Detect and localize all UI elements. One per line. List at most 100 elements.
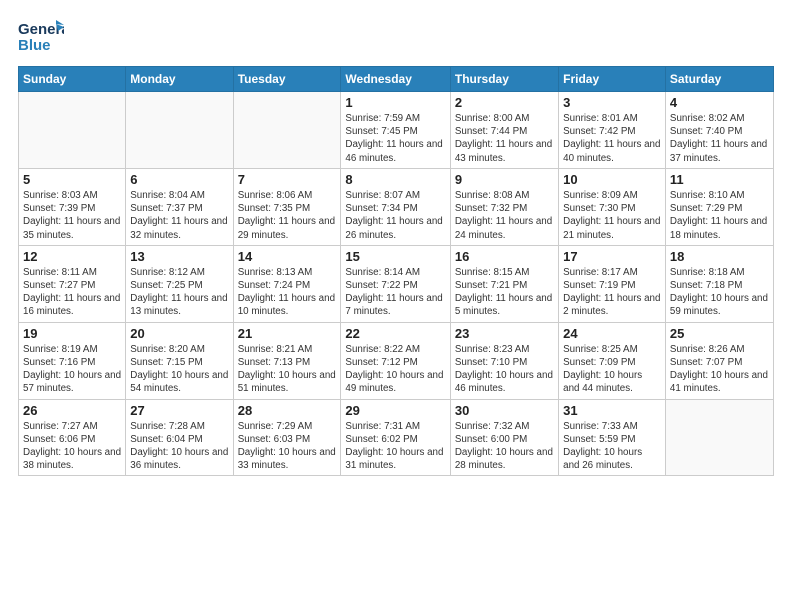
calendar-cell: 18 Sunrise: 8:18 AM Sunset: 7:18 PM Dayli…	[665, 245, 773, 322]
day-header-monday: Monday	[126, 67, 233, 92]
calendar-cell: 22 Sunrise: 8:22 AM Sunset: 7:12 PM Dayli…	[341, 322, 450, 399]
calendar-cell: 10 Sunrise: 8:09 AM Sunset: 7:30 PM Dayli…	[559, 168, 666, 245]
cell-day-number: 31	[563, 403, 661, 418]
logo: General Blue	[18, 18, 64, 56]
cell-day-number: 10	[563, 172, 661, 187]
day-header-tuesday: Tuesday	[233, 67, 341, 92]
calendar-cell: 21Sunrise: 8:21 AM Sunset: 7:13 PM Dayli…	[233, 322, 341, 399]
cell-info: Sunrise: 8:15 AM Sunset: 7:21 PM Dayligh…	[455, 266, 554, 319]
cell-info: Sunrise: 8:20 AM Sunset: 7:15 PM Dayligh…	[130, 343, 228, 396]
svg-text:Blue: Blue	[18, 37, 51, 54]
day-header-wednesday: Wednesday	[341, 67, 450, 92]
day-headers-row: SundayMondayTuesdayWednesdayThursdayFrid…	[19, 67, 774, 92]
cell-day-number: 27	[130, 403, 228, 418]
calendar-cell: 15 Sunrise: 8:14 AM Sunset: 7:22 PM Dayli…	[341, 245, 450, 322]
calendar-cell	[19, 92, 126, 169]
calendar-cell: 19 Sunrise: 8:19 AM Sunset: 7:16 PM Dayli…	[19, 322, 126, 399]
calendar-table: SundayMondayTuesdayWednesdayThursdayFrid…	[18, 66, 774, 476]
calendar-cell: 4Sunrise: 8:02 AM Sunset: 7:40 PM Daylig…	[665, 92, 773, 169]
calendar-cell: 3Sunrise: 8:01 AM Sunset: 7:42 PM Daylig…	[559, 92, 666, 169]
calendar-cell	[233, 92, 341, 169]
cell-day-number: 19	[23, 326, 121, 341]
week-row-5: 26Sunrise: 7:27 AM Sunset: 6:06 PM Dayli…	[19, 399, 774, 476]
calendar-cell: 7 Sunrise: 8:06 AM Sunset: 7:35 PM Daylig…	[233, 168, 341, 245]
calendar-cell: 20 Sunrise: 8:20 AM Sunset: 7:15 PM Dayli…	[126, 322, 233, 399]
cell-day-number: 29	[345, 403, 445, 418]
week-row-2: 5 Sunrise: 8:03 AM Sunset: 7:39 PM Daylig…	[19, 168, 774, 245]
calendar-body: 1 Sunrise: 7:59 AM Sunset: 7:45 PM Daylig…	[19, 92, 774, 476]
day-header-friday: Friday	[559, 67, 666, 92]
calendar-cell: 23 Sunrise: 8:23 AM Sunset: 7:10 PM Dayli…	[450, 322, 558, 399]
cell-info: Sunrise: 8:04 AM Sunset: 7:37 PM Dayligh…	[130, 189, 228, 242]
cell-info: Sunrise: 8:25 AM Sunset: 7:09 PM Dayligh…	[563, 343, 661, 396]
cell-day-number: 7	[238, 172, 337, 187]
day-header-thursday: Thursday	[450, 67, 558, 92]
calendar-cell: 31 Sunrise: 7:33 AM Sunset: 5:59 PM Dayli…	[559, 399, 666, 476]
calendar-cell: 28Sunrise: 7:29 AM Sunset: 6:03 PM Dayli…	[233, 399, 341, 476]
day-header-saturday: Saturday	[665, 67, 773, 92]
cell-day-number: 24	[563, 326, 661, 341]
cell-info: Sunrise: 7:59 AM Sunset: 7:45 PM Dayligh…	[345, 112, 445, 165]
calendar-cell: 24 Sunrise: 8:25 AM Sunset: 7:09 PM Dayli…	[559, 322, 666, 399]
cell-info: Sunrise: 8:22 AM Sunset: 7:12 PM Dayligh…	[345, 343, 445, 396]
calendar-cell: 16 Sunrise: 8:15 AM Sunset: 7:21 PM Dayli…	[450, 245, 558, 322]
cell-day-number: 12	[23, 249, 121, 264]
cell-info: Sunrise: 8:23 AM Sunset: 7:10 PM Dayligh…	[455, 343, 554, 396]
cell-info: Sunrise: 8:13 AM Sunset: 7:24 PM Dayligh…	[238, 266, 337, 319]
calendar-cell: 5 Sunrise: 8:03 AM Sunset: 7:39 PM Daylig…	[19, 168, 126, 245]
cell-info: Sunrise: 8:26 AM Sunset: 7:07 PM Dayligh…	[670, 343, 769, 396]
calendar-cell: 2 Sunrise: 8:00 AM Sunset: 7:44 PM Daylig…	[450, 92, 558, 169]
cell-day-number: 23	[455, 326, 554, 341]
calendar-cell	[665, 399, 773, 476]
cell-day-number: 3	[563, 95, 661, 110]
calendar-cell: 29 Sunrise: 7:31 AM Sunset: 6:02 PM Dayli…	[341, 399, 450, 476]
cell-day-number: 18	[670, 249, 769, 264]
calendar-cell: 27Sunrise: 7:28 AM Sunset: 6:04 PM Dayli…	[126, 399, 233, 476]
calendar-cell: 8Sunrise: 8:07 AM Sunset: 7:34 PM Daylig…	[341, 168, 450, 245]
cell-day-number: 20	[130, 326, 228, 341]
cell-info: Sunrise: 7:33 AM Sunset: 5:59 PM Dayligh…	[563, 420, 661, 473]
cell-day-number: 6	[130, 172, 228, 187]
cell-info: Sunrise: 8:12 AM Sunset: 7:25 PM Dayligh…	[130, 266, 228, 319]
cell-info: Sunrise: 8:09 AM Sunset: 7:30 PM Dayligh…	[563, 189, 661, 242]
cell-day-number: 14	[238, 249, 337, 264]
cell-day-number: 16	[455, 249, 554, 264]
cell-info: Sunrise: 8:18 AM Sunset: 7:18 PM Dayligh…	[670, 266, 769, 319]
cell-day-number: 5	[23, 172, 121, 187]
logo-container: General Blue	[18, 18, 64, 56]
cell-info: Sunrise: 8:10 AM Sunset: 7:29 PM Dayligh…	[670, 189, 769, 242]
cell-info: Sunrise: 8:03 AM Sunset: 7:39 PM Dayligh…	[23, 189, 121, 242]
cell-day-number: 25	[670, 326, 769, 341]
cell-info: Sunrise: 8:08 AM Sunset: 7:32 PM Dayligh…	[455, 189, 554, 242]
cell-info: Sunrise: 8:17 AM Sunset: 7:19 PM Dayligh…	[563, 266, 661, 319]
calendar-cell: 25 Sunrise: 8:26 AM Sunset: 7:07 PM Dayli…	[665, 322, 773, 399]
calendar-cell: 12Sunrise: 8:11 AM Sunset: 7:27 PM Dayli…	[19, 245, 126, 322]
logo-icon: General Blue	[18, 18, 64, 56]
cell-info: Sunrise: 7:32 AM Sunset: 6:00 PM Dayligh…	[455, 420, 554, 473]
cell-day-number: 9	[455, 172, 554, 187]
cell-info: Sunrise: 8:14 AM Sunset: 7:22 PM Dayligh…	[345, 266, 445, 319]
calendar-cell: 26Sunrise: 7:27 AM Sunset: 6:06 PM Dayli…	[19, 399, 126, 476]
cell-day-number: 15	[345, 249, 445, 264]
day-header-sunday: Sunday	[19, 67, 126, 92]
cell-day-number: 11	[670, 172, 769, 187]
week-row-3: 12Sunrise: 8:11 AM Sunset: 7:27 PM Dayli…	[19, 245, 774, 322]
cell-day-number: 30	[455, 403, 554, 418]
cell-info: Sunrise: 7:27 AM Sunset: 6:06 PM Dayligh…	[23, 420, 121, 473]
cell-day-number: 1	[345, 95, 445, 110]
calendar-cell: 30 Sunrise: 7:32 AM Sunset: 6:00 PM Dayli…	[450, 399, 558, 476]
cell-day-number: 2	[455, 95, 554, 110]
cell-day-number: 4	[670, 95, 769, 110]
cell-day-number: 13	[130, 249, 228, 264]
cell-info: Sunrise: 8:19 AM Sunset: 7:16 PM Dayligh…	[23, 343, 121, 396]
cell-info: Sunrise: 7:31 AM Sunset: 6:02 PM Dayligh…	[345, 420, 445, 473]
calendar-header: SundayMondayTuesdayWednesdayThursdayFrid…	[19, 67, 774, 92]
cell-info: Sunrise: 8:06 AM Sunset: 7:35 PM Dayligh…	[238, 189, 337, 242]
cell-info: Sunrise: 8:00 AM Sunset: 7:44 PM Dayligh…	[455, 112, 554, 165]
cell-day-number: 22	[345, 326, 445, 341]
calendar-cell: 9 Sunrise: 8:08 AM Sunset: 7:32 PM Daylig…	[450, 168, 558, 245]
calendar-cell: 13 Sunrise: 8:12 AM Sunset: 7:25 PM Dayli…	[126, 245, 233, 322]
cell-info: Sunrise: 8:21 AM Sunset: 7:13 PM Dayligh…	[238, 343, 337, 396]
calendar-cell: 1 Sunrise: 7:59 AM Sunset: 7:45 PM Daylig…	[341, 92, 450, 169]
week-row-4: 19 Sunrise: 8:19 AM Sunset: 7:16 PM Dayli…	[19, 322, 774, 399]
